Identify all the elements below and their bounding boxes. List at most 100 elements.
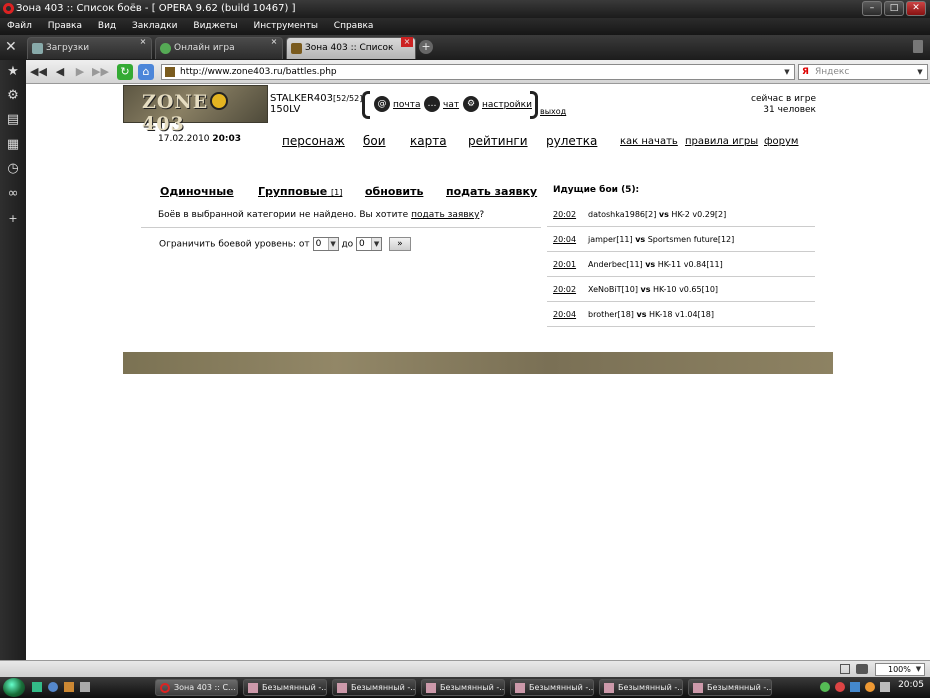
taskbar: Зона 403 :: С... Безымянный -... Безымян… xyxy=(0,677,930,698)
page-content: ZONE403 STALKER403[52/52] 150LV @ почта … xyxy=(26,85,930,660)
battle-row[interactable]: 20:04 brother[18] vs HK-18 v1.04[18] xyxy=(547,302,815,327)
tab-downloads[interactable]: Загрузки × xyxy=(27,37,152,59)
address-input[interactable]: http://www.zone403.ru/battles.php ▼ xyxy=(161,64,795,80)
taskbar-item-paint[interactable]: Безымянный -... xyxy=(688,679,772,696)
nav-character[interactable]: персонаж xyxy=(282,134,345,148)
exit-link[interactable]: выход xyxy=(540,107,566,116)
level-from-select[interactable]: 0 ▼ xyxy=(312,237,339,251)
notes-icon[interactable]: ▤ xyxy=(5,112,21,128)
taskbar-item-paint[interactable]: Безымянный -... xyxy=(243,679,327,696)
chat-icon: … xyxy=(424,96,440,112)
tray-icon[interactable] xyxy=(850,682,860,692)
chevron-down-icon: ▼ xyxy=(327,238,338,250)
nav-how-to-start[interactable]: как начать xyxy=(620,136,678,147)
fast-forward-icon[interactable]: ▶▶ xyxy=(92,64,109,80)
chat-link[interactable]: чат xyxy=(443,100,459,110)
tray-icon[interactable] xyxy=(820,682,830,692)
reload-icon[interactable]: ↻ xyxy=(117,64,133,80)
tab-zone403[interactable]: Зона 403 :: Список боёв × xyxy=(286,37,416,73)
address-dropdown-icon[interactable]: ▼ xyxy=(781,66,793,78)
battle-row[interactable]: 20:01 Anderbec[11] vs HK-11 v0.84[11] xyxy=(547,252,815,277)
settings-link[interactable]: настройки xyxy=(482,100,532,110)
taskbar-item-paint[interactable]: Безымянный -... xyxy=(421,679,505,696)
battle-row[interactable]: 20:02 XeNoBiT[10] vs HK-10 v0.65[10] xyxy=(547,277,815,302)
close-tab-icon[interactable]: × xyxy=(137,37,149,47)
quicklaunch-icon[interactable] xyxy=(32,682,42,692)
panel-toggle-icon[interactable] xyxy=(840,664,850,674)
home-icon[interactable]: ⌂ xyxy=(138,64,154,80)
tools-icon[interactable]: ✕ xyxy=(5,39,17,55)
start-button[interactable] xyxy=(3,678,25,697)
menu-widgets[interactable]: Виджеты xyxy=(193,21,237,31)
submit-request-link[interactable]: подать заявку xyxy=(446,185,537,198)
close-window-button[interactable]: ✕ xyxy=(906,1,926,16)
tray-icon[interactable] xyxy=(865,682,875,692)
menu-tools[interactable]: Инструменты xyxy=(254,21,318,31)
downloads-icon xyxy=(32,43,43,54)
nav-ratings[interactable]: рейтинги xyxy=(468,134,528,148)
folder-icon[interactable] xyxy=(64,682,74,692)
nav-roulette[interactable]: рулетка xyxy=(546,134,597,148)
nav-forum[interactable]: форум xyxy=(764,136,798,147)
transfers-icon[interactable]: ▦ xyxy=(5,137,21,153)
zone403-favicon-icon xyxy=(291,43,302,54)
window-title: Зона 403 :: Список боёв - [ OPERA 9.62 (… xyxy=(16,3,296,14)
tab-group-battles[interactable]: Групповые [1] xyxy=(258,185,342,198)
rewind-icon[interactable]: ◀◀ xyxy=(30,64,47,80)
taskbar-item-opera[interactable]: Зона 403 :: С... xyxy=(155,679,238,696)
zone403-logo[interactable]: ZONE403 xyxy=(123,85,268,135)
level-to-select[interactable]: 0 ▼ xyxy=(356,237,383,251)
widgets-gear-icon[interactable]: ⚙ xyxy=(5,88,21,104)
tab-motorwars[interactable]: Онлайн игра "Motorwars" × xyxy=(155,37,283,73)
desktop-icon[interactable] xyxy=(80,682,90,692)
refresh-link[interactable]: обновить xyxy=(365,185,423,198)
menu-bookmarks[interactable]: Закладки xyxy=(132,21,178,31)
user-money: 150LV xyxy=(270,104,301,115)
bookmarks-star-icon[interactable]: ★ xyxy=(5,64,21,80)
taskbar-item-paint[interactable]: Безымянный -... xyxy=(599,679,683,696)
menu-help[interactable]: Справка xyxy=(334,21,374,31)
submit-request-inline-link[interactable]: подать заявку xyxy=(411,210,479,220)
menu-file[interactable]: Файл xyxy=(7,21,32,31)
ie-icon[interactable] xyxy=(48,682,58,692)
paint-icon xyxy=(693,683,703,693)
address-toolbar: ◀◀ ◀ ▶ ▶▶ ↻ ⌂ http://www.zone403.ru/batt… xyxy=(26,60,930,84)
tray-icon[interactable] xyxy=(835,682,845,692)
view-icon[interactable] xyxy=(856,664,868,674)
taskbar-item-paint[interactable]: Безымянный -... xyxy=(510,679,594,696)
apply-filter-button[interactable]: » xyxy=(388,237,411,251)
maximize-button[interactable]: □ xyxy=(884,1,904,16)
search-engine-dropdown-icon[interactable]: ▼ xyxy=(914,66,926,78)
online-counter: сейчас в игре 31 человек xyxy=(751,94,816,115)
new-tab-icon[interactable]: + xyxy=(419,40,433,54)
user-name: STALKER403 xyxy=(270,93,334,104)
history-clock-icon[interactable]: ◷ xyxy=(5,161,21,177)
divider xyxy=(141,227,541,228)
add-panel-icon[interactable]: + xyxy=(5,211,21,227)
tab-single-battles[interactable]: Одиночные xyxy=(160,185,234,198)
nav-map[interactable]: карта xyxy=(410,134,447,148)
zoom-select[interactable]: 100% ▼ xyxy=(875,663,925,676)
links-icon[interactable]: ∞ xyxy=(5,186,21,202)
nav-game-rules[interactable]: правила игры xyxy=(685,136,758,147)
volume-icon[interactable] xyxy=(880,682,890,692)
paint-icon xyxy=(604,683,614,693)
mail-link[interactable]: почта xyxy=(393,100,420,110)
taskbar-clock[interactable]: 20:05 xyxy=(898,680,924,690)
battle-row[interactable]: 20:04 jamper[11] vs Sportsmen future[12] xyxy=(547,227,815,252)
paint-icon xyxy=(426,683,436,693)
nav-battles[interactable]: бои xyxy=(363,134,386,148)
search-input[interactable]: Я Яндекс ▼ xyxy=(798,64,928,80)
menu-edit[interactable]: Правка xyxy=(48,21,82,31)
taskbar-item-paint[interactable]: Безымянный -... xyxy=(332,679,416,696)
close-tab-icon[interactable]: × xyxy=(401,37,413,47)
minimize-button[interactable]: – xyxy=(862,1,882,16)
motorwars-favicon-icon xyxy=(160,43,171,54)
menu-view[interactable]: Вид xyxy=(98,21,116,31)
back-icon[interactable]: ◀ xyxy=(52,64,68,80)
close-tab-icon[interactable]: × xyxy=(268,37,280,47)
forward-icon[interactable]: ▶ xyxy=(72,64,88,80)
battle-row[interactable]: 20:02 datoshka1986[2] vs HK-2 v0.29[2] xyxy=(547,202,815,227)
trash-icon[interactable] xyxy=(913,40,923,53)
paint-icon xyxy=(337,683,347,693)
